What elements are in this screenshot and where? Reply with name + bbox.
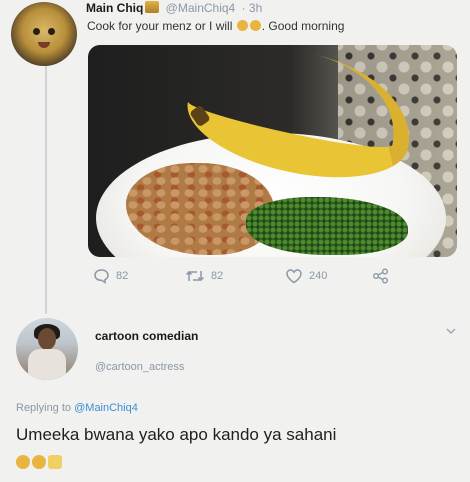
grinning-emoji-icon xyxy=(249,20,261,31)
like-button[interactable]: 240 xyxy=(285,268,327,284)
reply-button[interactable]: 82 xyxy=(93,268,128,284)
reply-icon xyxy=(93,268,110,284)
tweet-header: Main Chiq @MainChiq4 · 3h xyxy=(86,1,262,15)
tweet-text-part-1: Cook for your menz or I will xyxy=(87,19,233,33)
grinning-emoji-icon xyxy=(236,20,248,31)
gold-badge-icon xyxy=(145,1,160,13)
tweet-text-part-2: . Good morning xyxy=(261,19,345,33)
raised-hands-emoji-icon xyxy=(48,455,62,469)
author-handle[interactable]: @MainChiq4 xyxy=(166,1,236,15)
author-avatar[interactable] xyxy=(11,2,77,66)
tweet-text: Cook for your menz or I will . Good morn… xyxy=(87,19,344,33)
tears-of-joy-emoji-icon xyxy=(16,455,30,469)
reply-author-avatar[interactable] xyxy=(16,318,78,380)
heart-icon xyxy=(285,268,303,284)
replying-to-mention[interactable]: @MainChiq4 xyxy=(74,402,138,414)
replying-to-line: Replying to @MainChiq4 xyxy=(16,402,138,414)
reply-count: 82 xyxy=(116,270,129,282)
retweet-button[interactable]: 82 xyxy=(185,268,223,284)
tears-of-joy-emoji-icon xyxy=(32,455,46,469)
reply-author-handle[interactable]: @cartoon_actress xyxy=(95,361,184,373)
retweet-icon xyxy=(185,268,205,284)
tweet-photo[interactable] xyxy=(88,45,457,257)
reply-author-name[interactable]: cartoon comedian xyxy=(95,329,198,343)
retweet-count: 82 xyxy=(211,270,224,282)
replying-to-label: Replying to xyxy=(16,402,72,414)
author-name[interactable]: Main Chiq xyxy=(86,1,143,15)
tweet-time: · 3h xyxy=(241,1,263,15)
share-button[interactable] xyxy=(372,268,390,284)
share-icon xyxy=(372,268,390,284)
reply-text: Umeeka bwana yako apo kando ya sahani xyxy=(16,425,337,444)
chevron-down-icon[interactable] xyxy=(446,323,456,334)
tweet-action-bar: 82 82 240 xyxy=(0,268,470,288)
like-count: 240 xyxy=(309,270,328,282)
reply-emojis xyxy=(16,455,62,469)
